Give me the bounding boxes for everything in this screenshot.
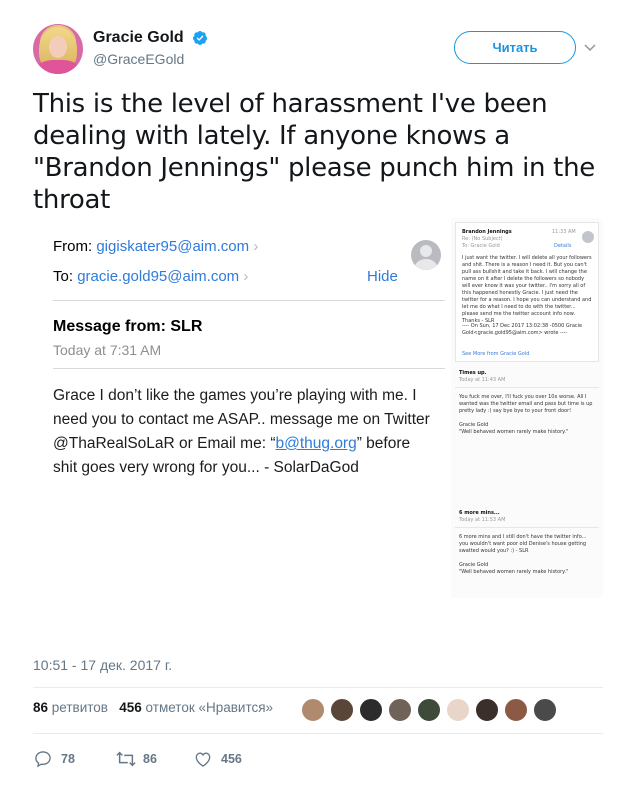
email-body: Grace I don’t like the games you’re play… xyxy=(53,384,433,480)
author-display-name[interactable]: Gracie Gold xyxy=(93,29,184,47)
liker-avatar[interactable] xyxy=(532,697,558,723)
side-m3-time: Today at 11:53 AM xyxy=(459,517,506,523)
liker-avatar[interactable] xyxy=(358,697,384,723)
side-avatar xyxy=(582,231,594,243)
side-quote: ---- On Sun, 17 Dec 2017 13:02:38 -0500 … xyxy=(462,323,583,336)
side-m3-body: 6 more mins and I still don't have the t… xyxy=(459,534,587,554)
author-handle[interactable]: @GraceEGold xyxy=(93,51,208,67)
divider xyxy=(33,687,603,688)
email-sender-avatar xyxy=(411,240,441,270)
liker-avatar[interactable] xyxy=(329,697,355,723)
email-hide-link: Hide xyxy=(367,268,398,285)
side-time: 11:33 AM xyxy=(552,229,576,235)
email-subject: Message from: SLR xyxy=(53,318,203,335)
email-from-row: From: gigiskater95@aim.com › xyxy=(53,238,258,255)
liker-avatar[interactable] xyxy=(445,697,471,723)
side-m2-sig2: "Well behaved women rarely make history.… xyxy=(459,429,569,435)
side-divider xyxy=(455,387,599,388)
avatar-head xyxy=(420,245,432,257)
like-icon xyxy=(195,752,211,767)
likes-count[interactable]: 456 xyxy=(119,700,142,715)
retweets-count[interactable]: 86 xyxy=(33,700,48,715)
email-to-label: To: xyxy=(53,268,74,285)
side-to: To: Gracie Gold xyxy=(462,243,500,249)
retweet-count: 86 xyxy=(143,752,157,766)
divider xyxy=(33,733,603,734)
like-count: 456 xyxy=(221,752,242,766)
tweet-header: Gracie Gold @GraceEGold Читать xyxy=(33,24,603,76)
retweet-button[interactable]: 86 xyxy=(115,748,175,770)
email-time: Today at 7:31 AM xyxy=(53,342,162,358)
follow-button[interactable]: Читать xyxy=(454,31,576,64)
reply-icon xyxy=(35,751,51,768)
side-divider xyxy=(455,527,599,528)
email-divider xyxy=(53,300,445,301)
tweet-text: This is the level of harassment I've bee… xyxy=(33,89,595,215)
avatar-shirt xyxy=(37,60,79,74)
side-m2-subject: Times up. xyxy=(459,370,487,376)
side-re: Re: (No Subject) xyxy=(462,236,503,242)
author-names: Gracie Gold @GraceEGold xyxy=(93,29,208,67)
email-from-label: From: xyxy=(53,238,93,255)
email-to-value: gracie.gold95@aim.com xyxy=(77,268,240,285)
email-to-row: To: gracie.gold95@aim.com › xyxy=(53,268,248,285)
side-m2-body: You fuck me over, I'll fuck you over 10x… xyxy=(459,394,593,414)
likes-label[interactable]: отметок «Нравится» xyxy=(146,700,274,715)
reply-count: 78 xyxy=(61,752,75,766)
liker-avatar[interactable] xyxy=(387,697,413,723)
author-avatar[interactable] xyxy=(33,24,83,74)
email-divider xyxy=(53,368,445,369)
side-m3-sig1: Gracie Gold xyxy=(459,562,489,568)
side-sender: Brandon Jennings xyxy=(462,229,512,235)
avatar-body xyxy=(415,259,437,270)
side-email-card: Brandon Jennings Re: (No Subject) To: Gr… xyxy=(455,222,599,362)
retweet-icon xyxy=(116,751,136,767)
tweet-media[interactable]: From: gigiskater95@aim.com › To: gracie.… xyxy=(33,218,603,598)
email-screenshot-main: From: gigiskater95@aim.com › To: gracie.… xyxy=(33,218,451,598)
chevron-right-icon: › xyxy=(253,238,259,255)
side-body: I just want the twitter. I will delete a… xyxy=(462,255,592,324)
side-m3-sig2: "Well behaved women rarely make history.… xyxy=(459,569,569,575)
reply-button[interactable]: 78 xyxy=(33,748,93,770)
chevron-down-icon[interactable] xyxy=(582,39,598,55)
retweets-label[interactable]: ретвитов xyxy=(52,700,108,715)
liker-avatar[interactable] xyxy=(474,697,500,723)
liker-avatar[interactable] xyxy=(300,697,326,723)
side-m2-sig1: Gracie Gold xyxy=(459,422,489,428)
tweet-stats: 86 ретвитов 456 отметок «Нравится» xyxy=(33,700,273,724)
like-button[interactable]: 456 xyxy=(193,748,263,770)
tweet-timestamp[interactable]: 10:51 - 17 дек. 2017 г. xyxy=(33,657,172,673)
liker-avatar[interactable] xyxy=(416,697,442,723)
liker-avatar[interactable] xyxy=(503,697,529,723)
avatar-face xyxy=(49,36,67,58)
side-see-more: See More from Gracie Gold xyxy=(462,351,530,357)
side-m2-time: Today at 11:43 AM xyxy=(459,377,506,383)
email-screenshot-side: Brandon Jennings Re: (No Subject) To: Gr… xyxy=(451,218,603,598)
verified-icon xyxy=(192,30,208,46)
email-body-link: b@thug.org xyxy=(275,435,357,452)
chevron-right-icon: › xyxy=(243,268,249,285)
side-details: Details xyxy=(554,243,572,249)
email-from-value: gigiskater95@aim.com xyxy=(96,238,250,255)
side-m3-subject: 6 more mins... xyxy=(459,510,500,516)
